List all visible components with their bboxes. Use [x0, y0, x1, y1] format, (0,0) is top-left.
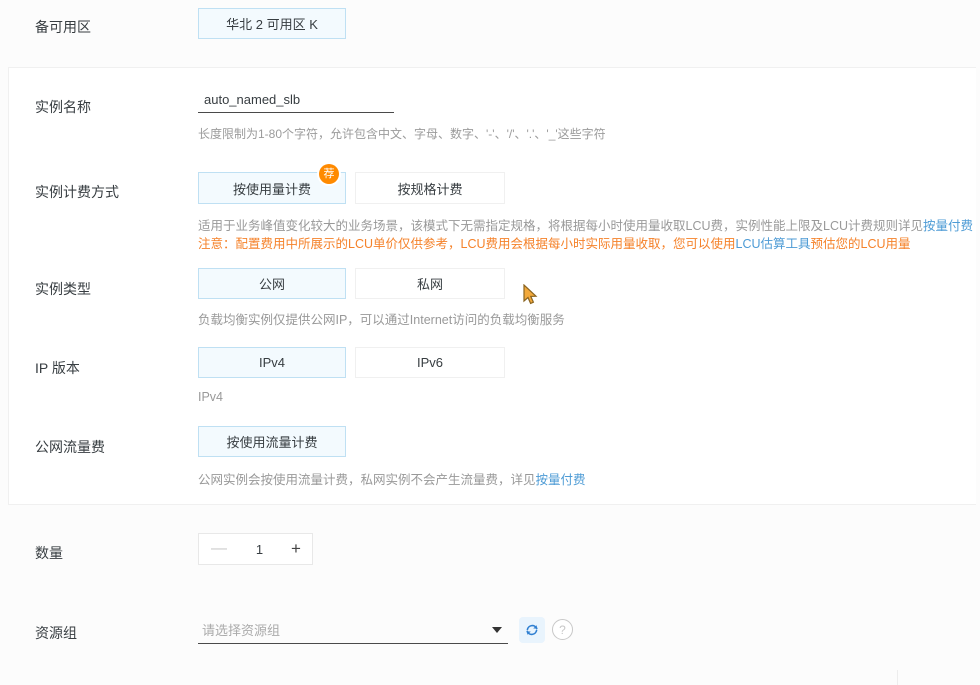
- backup-zone-label: 备可用区: [35, 17, 91, 37]
- footer-panel-divider: [897, 670, 898, 685]
- instance-type-description: 负载均衡实例仅提供公网IP，可以通过Internet访问的负载均衡服务: [198, 309, 565, 328]
- instance-type-option-public[interactable]: 公网: [198, 268, 346, 299]
- quantity-value[interactable]: 1: [256, 542, 263, 557]
- ip-version-label: IP 版本: [35, 358, 80, 378]
- billing-note: 注意：配置费用中所展示的LCU单价仅供参考，LCU费用会根据每小时实际用量收取，…: [198, 233, 911, 252]
- billing-option-spec[interactable]: 按规格计费: [355, 172, 505, 204]
- traffic-fee-description: 公网实例会按使用流量计费，私网实例不会产生流量费，详见按量付费: [198, 469, 586, 488]
- help-icon[interactable]: ?: [552, 619, 573, 640]
- instance-name-input[interactable]: [198, 87, 394, 113]
- instance-name-label: 实例名称: [35, 97, 91, 117]
- quantity-decrease-button[interactable]: —: [199, 540, 239, 558]
- instance-type-option-private[interactable]: 私网: [355, 268, 505, 299]
- recommend-badge-icon: 荐: [319, 164, 339, 184]
- ip-version-option-ipv6[interactable]: IPv6: [355, 347, 505, 378]
- refresh-icon: [524, 622, 540, 638]
- billing-description: 适用于业务峰值变化较大的业务场景，该模式下无需指定规格，将根据每小时使用量收取L…: [198, 215, 973, 234]
- traffic-fee-option[interactable]: 按使用流量计费: [198, 426, 346, 457]
- backup-zone-option-button[interactable]: 华北 2 可用区 K: [198, 8, 346, 39]
- instance-type-label: 实例类型: [35, 279, 91, 299]
- billing-method-label: 实例计费方式: [35, 182, 119, 202]
- traffic-fee-label: 公网流量费: [35, 437, 105, 457]
- quantity-increase-button[interactable]: +: [280, 539, 312, 559]
- resource-group-select[interactable]: 请选择资源组: [198, 616, 508, 644]
- billing-description-text: 适用于业务峰值变化较大的业务场景，该模式下无需指定规格，将根据每小时使用量收取L…: [198, 219, 923, 233]
- quantity-stepper: — 1 +: [198, 533, 313, 565]
- billing-note-suffix: 预估您的LCU用量: [811, 237, 911, 251]
- ip-version-current: IPv4: [198, 390, 223, 404]
- billing-note-text: 注意：配置费用中所展示的LCU单价仅供参考，LCU费用会根据每小时实际用量收取，…: [198, 237, 736, 251]
- traffic-pay-as-you-go-link[interactable]: 按量付费: [536, 473, 586, 487]
- traffic-fee-description-text: 公网实例会按使用流量计费，私网实例不会产生流量费，详见: [198, 473, 536, 487]
- mouse-cursor-icon: [522, 284, 540, 306]
- chevron-down-icon: [492, 627, 502, 633]
- pay-as-you-go-link[interactable]: 按量付费: [923, 219, 973, 233]
- refresh-resource-group-button[interactable]: [519, 617, 545, 643]
- lcu-estimator-link[interactable]: LCU估算工具: [736, 237, 811, 251]
- ip-version-option-ipv4[interactable]: IPv4: [198, 347, 346, 378]
- resource-group-label: 资源组: [35, 623, 77, 643]
- instance-name-hint: 长度限制为1-80个字符，允许包含中文、字母、数字、'-'、'/'、'.'、'_…: [198, 125, 606, 142]
- quantity-label: 数量: [35, 543, 63, 563]
- resource-group-placeholder: 请选择资源组: [198, 620, 280, 639]
